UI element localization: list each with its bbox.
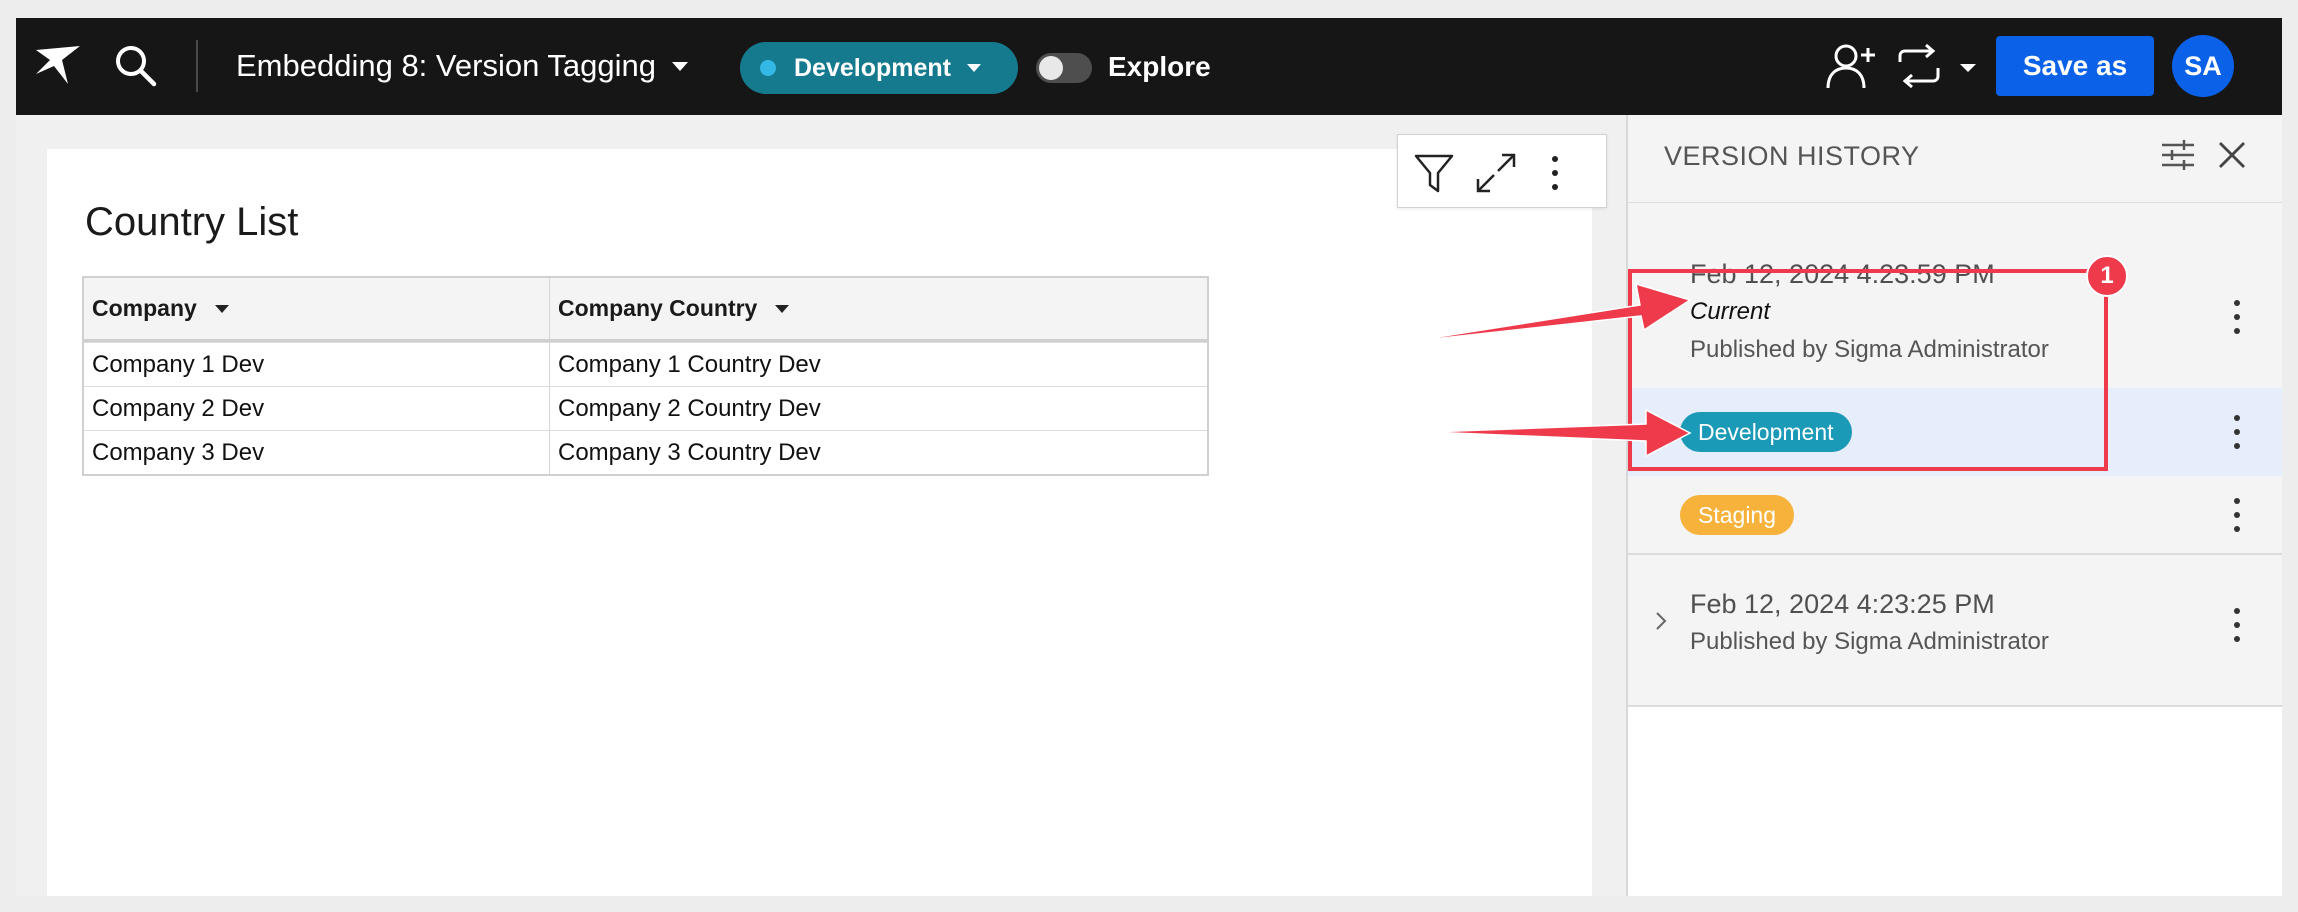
search-icon[interactable] [112,42,158,88]
workbook-canvas: Country List Company Company Country Com… [16,115,1626,896]
more-options-icon[interactable] [2232,297,2242,337]
user-avatar[interactable]: SA [2172,35,2234,97]
version-date: Feb 12, 2024 4:23:25 PM [1690,589,1995,619]
explore-label: Explore [1108,51,1211,82]
version-tag-label: Development [794,53,951,82]
workbook-title: Embedding 8: Version Tagging [236,48,656,83]
column-header-company[interactable]: Company [84,278,550,339]
column-header-company-country[interactable]: Company Country [550,278,1207,339]
table-row[interactable]: Company 1 Dev Company 1 Country Dev [84,342,1207,386]
published-by: Published by Sigma Administrator [1690,628,2049,655]
filter-icon[interactable] [1412,151,1456,195]
version-entry[interactable]: Feb 12, 2024 4:23:59 PM Current Publishe… [1628,203,2282,555]
topbar-divider [196,40,198,92]
chevron-down-icon [671,61,688,71]
table-header: Company Company Country [84,278,1207,342]
version-entry[interactable]: Feb 12, 2024 4:23:25 PM Published by Sig… [1628,555,2282,707]
more-options-icon[interactable] [2232,495,2242,535]
save-as-button[interactable]: Save as [1996,36,2154,96]
sigma-logo-icon[interactable] [34,44,82,88]
add-user-icon[interactable] [1824,40,1878,92]
chevron-right-icon[interactable] [1654,299,1668,319]
panel-title: VERSION HISTORY [1664,141,1920,171]
close-icon[interactable] [2216,139,2248,171]
more-options-icon[interactable] [2232,605,2242,645]
status-dot-icon [760,60,776,76]
tag-staging[interactable]: Staging [1680,495,1795,535]
tag-row-development[interactable]: Development [1628,388,2282,476]
table-cell[interactable]: Company 1 Dev [84,343,550,386]
toggle-knob [1039,56,1063,80]
element-toolbar [1397,134,1607,208]
workbook-title-menu[interactable]: Embedding 8: Version Tagging [236,46,688,86]
version-date: Feb 12, 2024 4:23:59 PM [1690,259,1995,289]
table-element-card[interactable]: Country List Company Company Country Com… [47,149,1592,896]
expand-icon[interactable] [1474,151,1518,195]
table-cell[interactable]: Company 2 Dev [84,387,550,430]
version-history-panel: VERSION HISTORY Feb 12, 2024 4:23:59 PM … [1626,115,2282,896]
table-cell[interactable]: Company 3 Dev [84,431,550,474]
filter-sliders-icon[interactable] [2160,137,2196,173]
more-options-icon[interactable] [1548,151,1562,195]
table-cell[interactable]: Company 3 Country Dev [550,431,1207,474]
app-window: Embedding 8: Version Tagging Development… [16,18,2282,896]
more-options-icon[interactable] [2232,412,2242,452]
element-title: Country List [85,200,299,244]
published-by: Published by Sigma Administrator [1690,336,2049,363]
annotation-badge: 1 [2086,255,2128,297]
top-bar: Embedding 8: Version Tagging Development… [16,18,2282,115]
version-tag-selector[interactable]: Development [740,42,1018,94]
chevron-down-icon [966,64,981,72]
table-cell[interactable]: Company 2 Country Dev [550,387,1207,430]
current-version-label: Current [1690,298,1771,325]
panel-header: VERSION HISTORY [1628,115,2282,203]
chevron-right-icon[interactable] [1654,611,1668,631]
table-row[interactable]: Company 3 Dev Company 3 Country Dev [84,430,1207,474]
chevron-down-icon[interactable] [214,304,229,313]
sync-menu-icon[interactable] [1892,44,1982,90]
chevron-down-icon[interactable] [775,304,790,313]
tag-development[interactable]: Development [1680,412,1852,452]
tag-row-staging[interactable]: Staging [1628,478,2282,553]
explore-toggle[interactable] [1036,53,1092,83]
table-cell[interactable]: Company 1 Country Dev [550,343,1207,386]
table-row[interactable]: Company 2 Dev Company 2 Country Dev [84,386,1207,430]
country-table: Company Company Country Company 1 Dev Co… [82,276,1209,476]
